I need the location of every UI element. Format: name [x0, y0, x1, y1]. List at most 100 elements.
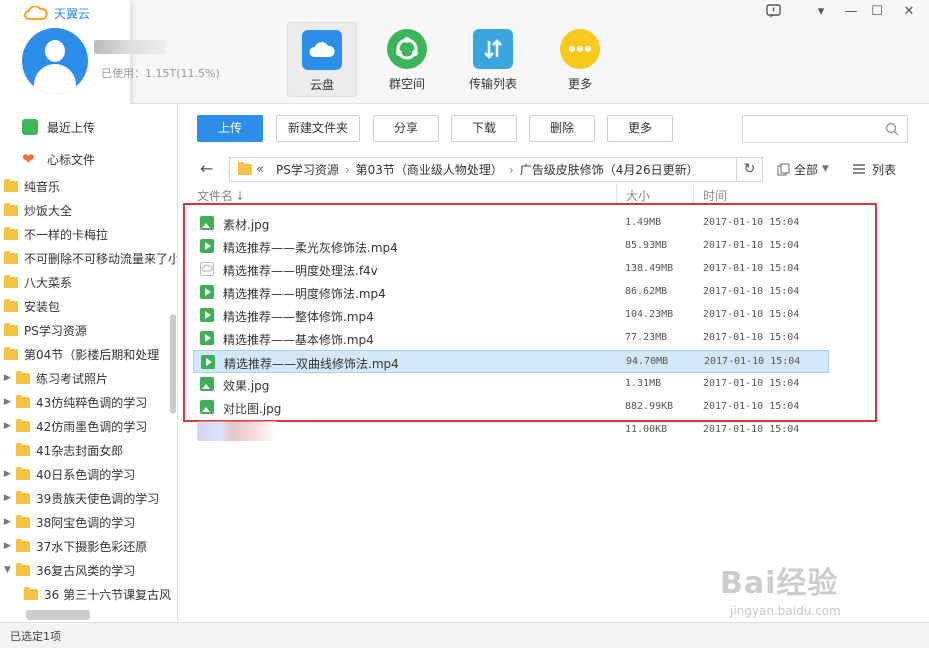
maximize-icon[interactable]: ☐ [868, 4, 886, 20]
sidebar-tree-item[interactable]: ▶ 37水下摄影色彩还原 [4, 536, 147, 556]
app-header: 已使用：1.15T(11.5%) 天翼云 云盘 群空间 传输列表 更多 ▾ — … [0, 0, 929, 104]
menu-icon[interactable]: ▾ [812, 4, 830, 20]
nav-group-space[interactable]: 群空间 [372, 22, 442, 97]
sidebar-tree-label: PS学习资源 [24, 323, 87, 338]
sidebar-tree-item[interactable]: 不可删除不可移动流量来了小 [4, 248, 177, 268]
sidebar-tree-label: 八大菜系 [24, 275, 73, 290]
expand-arrow-icon[interactable]: ▶ [4, 397, 14, 407]
download-button[interactable]: 下载 [451, 115, 517, 142]
expand-arrow-icon[interactable]: ▶ [4, 541, 14, 551]
sidebar-tree-item[interactable]: ▼ 36复古风类的学习 [4, 560, 135, 580]
sidebar-tree-label: 纯音乐 [24, 179, 61, 194]
app-brand: 天翼云 [24, 5, 90, 21]
sidebar-tree-label: 炒饭大全 [24, 203, 73, 218]
column-time[interactable]: 时间 [703, 187, 727, 204]
sidebar-tree-label: 41杂志封面女郎 [36, 443, 124, 458]
sidebar-tree-item[interactable]: 36 第三十六节课复古风 [24, 584, 171, 604]
sidebar-tree-item[interactable]: 不一样的卡梅拉 [4, 224, 108, 244]
sidebar-tree-label: 安装包 [24, 299, 61, 314]
sidebar-item-label: 最近上传 [47, 120, 96, 135]
sidebar-tree-item[interactable]: ▶ 42仿雨墨色调的学习 [4, 416, 147, 436]
folder-icon [238, 162, 252, 175]
more-icon [560, 29, 600, 69]
folder-icon [16, 490, 30, 504]
folder-icon [16, 442, 30, 456]
sidebar-tree-item[interactable]: 安装包 [4, 296, 60, 316]
folder-icon [4, 346, 18, 360]
filter-dropdown[interactable]: 全部 ▼ [777, 160, 829, 178]
folder-icon [4, 178, 18, 192]
close-icon[interactable]: ✕ [900, 4, 918, 20]
share-button[interactable]: 分享 [373, 115, 439, 142]
sidebar: 最近上传 ❤ 心标文件 纯音乐炒饭大全不一样的卡梅拉不可删除不可移动流量来了小八… [0, 104, 178, 622]
nav-cloud-disk[interactable]: 云盘 [287, 22, 357, 97]
folder-icon [4, 202, 18, 216]
upload-button[interactable]: 上传 [197, 115, 263, 142]
sidebar-tree-label: 不一样的卡梅拉 [24, 227, 109, 242]
folder-icon [4, 250, 18, 264]
view-toggle[interactable]: 列表 [852, 160, 896, 178]
group-space-icon [387, 29, 427, 69]
avatar[interactable] [22, 28, 88, 94]
expand-arrow-icon[interactable]: ▶ [4, 469, 14, 479]
breadcrumb: « PS学习资源 › 第03节（商业级人物处理） › 广告级皮肤修饰（4月26日… [229, 157, 763, 182]
filter-label: 全部 [794, 162, 819, 177]
column-name[interactable]: 文件名 ↓ [197, 187, 245, 204]
search-input[interactable] [742, 115, 908, 143]
sidebar-tree-label: 43仿纯粹色调的学习 [36, 395, 148, 410]
breadcrumb-segment[interactable]: 第03节（商业级人物处理） [356, 161, 503, 178]
search-icon[interactable] [885, 122, 899, 136]
folder-icon [16, 466, 30, 480]
sidebar-horizontal-scrollbar[interactable] [26, 610, 90, 620]
sidebar-item-label: 心标文件 [47, 152, 96, 167]
expand-arrow-icon[interactable]: ▶ [4, 373, 14, 383]
new-folder-button[interactable]: 新建文件夹 [276, 115, 360, 142]
sort-down-icon: ↓ [235, 189, 246, 203]
nav-label: 更多 [567, 77, 592, 91]
folder-icon [16, 418, 30, 432]
back-arrow-icon[interactable]: ← [200, 160, 218, 178]
nav-more[interactable]: 更多 [545, 22, 615, 97]
expanded-arrow-icon[interactable]: ▼ [4, 565, 14, 575]
nav-transfer-list[interactable]: 传输列表 [458, 22, 528, 97]
refresh-icon[interactable]: ↻ [736, 158, 762, 181]
sidebar-tree-item[interactable]: ▶ 43仿纯粹色调的学习 [4, 392, 147, 412]
expand-arrow-icon[interactable]: ▶ [4, 493, 14, 503]
more-button[interactable]: 更多 [607, 115, 673, 142]
feedback-icon[interactable] [765, 4, 783, 20]
file-size: 11.00KB [625, 424, 668, 435]
sidebar-tree-item[interactable]: PS学习资源 [4, 320, 87, 340]
expand-arrow-icon[interactable]: ▶ [4, 421, 14, 431]
sidebar-item-favorites[interactable]: ❤ 心标文件 [22, 149, 95, 169]
sidebar-item-recent-upload[interactable]: 最近上传 [22, 117, 95, 137]
delete-button[interactable]: 删除 [529, 115, 595, 142]
sidebar-tree-item[interactable]: 炒饭大全 [4, 200, 72, 220]
folder-icon [4, 226, 18, 240]
nav-label: 群空间 [388, 77, 425, 91]
sidebar-tree-item[interactable]: 41杂志封面女郎 [4, 440, 123, 460]
breadcrumb-segment[interactable]: PS学习资源 [276, 161, 339, 178]
sidebar-tree-item[interactable]: ▶ 39贵族天使色调的学习 [4, 488, 159, 508]
sidebar-tree-item[interactable]: ▶ 练习考试照片 [4, 368, 108, 388]
sidebar-tree-item[interactable]: ▶ 40日系色调的学习 [4, 464, 135, 484]
breadcrumb-segment[interactable]: 广告级皮肤修饰（4月26日更新） [520, 161, 699, 178]
watermark-brand: Bai经验 [720, 566, 839, 601]
folder-icon [16, 562, 30, 576]
sidebar-scrollbar[interactable] [170, 314, 176, 414]
sidebar-tree-label: 38阿宝色调的学习 [36, 515, 136, 530]
sidebar-tree-label: 39贵族天使色调的学习 [36, 491, 160, 506]
nav-label: 云盘 [309, 78, 334, 92]
chevron-down-icon: ▼ [822, 164, 829, 174]
sidebar-tree-item[interactable]: 第04节（影楼后期和处理 [4, 344, 159, 364]
file-row[interactable]: 11.00KB 2017-01-10 15:04 [193, 419, 829, 442]
sidebar-tree-item[interactable]: 八大菜系 [4, 272, 72, 292]
breadcrumb-prefix[interactable]: « [256, 162, 264, 177]
column-size[interactable]: 大小 [626, 187, 650, 204]
watermark-url: jingyan.baidu.com [730, 604, 841, 618]
column-header: 文件名 ↓ 大小 时间 [189, 184, 909, 204]
sidebar-tree-item[interactable]: ▶ 38阿宝色调的学习 [4, 512, 135, 532]
expand-arrow-icon[interactable]: ▶ [4, 517, 14, 527]
annotation-highlight-box [183, 203, 877, 422]
minimize-icon[interactable]: — [842, 4, 860, 20]
sidebar-tree-item[interactable]: 纯音乐 [4, 176, 60, 196]
